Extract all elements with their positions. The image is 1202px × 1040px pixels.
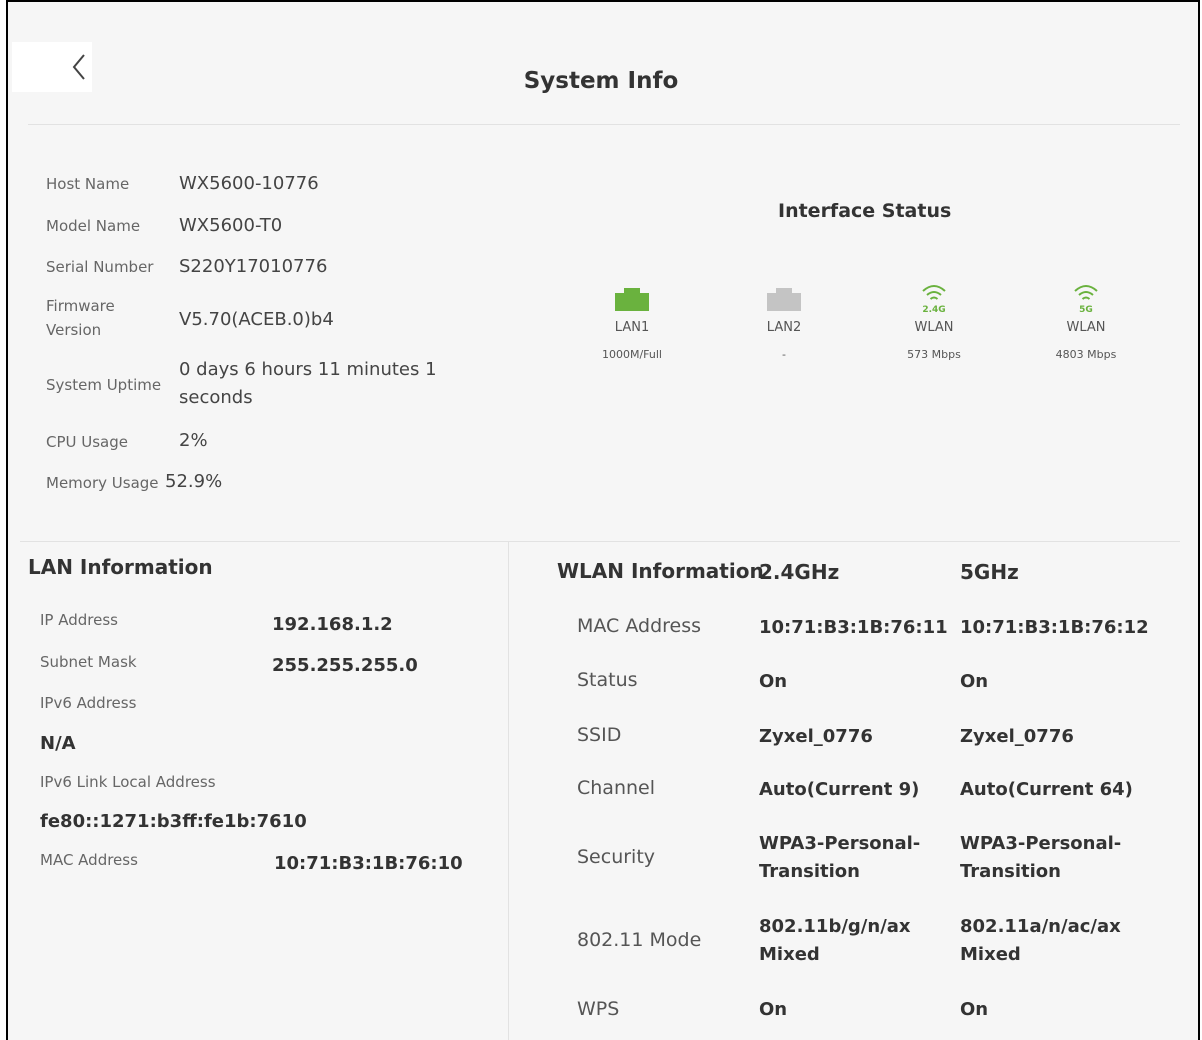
wlan-channel-24-value: Auto(Current 9) (759, 779, 920, 800)
page-title: System Info (523, 68, 679, 94)
wlan-wps-24-value: On (759, 999, 788, 1020)
ipv6-link-local-label: IPv6 Link Local Address (40, 773, 216, 791)
wlan-status-24-value: On (759, 671, 788, 692)
wifi-icon: 5G (1074, 285, 1098, 314)
mac-address-value: 10:71:B3:1B:76:10 (274, 853, 463, 874)
memory-usage-value: 52.9% (165, 471, 223, 492)
ethernet-port-icon (767, 288, 801, 311)
wlan-security-label: Security (577, 846, 656, 868)
serial-number-label: Serial Number (46, 258, 154, 276)
wlan-mode-label: 802.11 Mode (577, 929, 702, 951)
divider (28, 124, 1180, 125)
wlan-wps-5-value: On (960, 999, 989, 1020)
host-name-label: Host Name (46, 175, 130, 193)
wlan-ssid-label: SSID (577, 724, 622, 746)
band-label: 5G (1079, 305, 1093, 314)
mode-24-line2: Mixed (759, 944, 820, 965)
column-divider (508, 541, 509, 1040)
security-5-line2: Transition (960, 861, 1061, 882)
model-name-label: Model Name (46, 217, 141, 235)
interface-name: LAN1 (614, 320, 650, 335)
model-name-value: WX5600-T0 (179, 215, 283, 236)
lan-information-title: LAN Information (28, 555, 213, 579)
host-name-value: WX5600-10776 (179, 173, 319, 194)
mac-address-label: MAC Address (40, 851, 138, 869)
band-24ghz-header: 2.4GHz (759, 560, 840, 584)
interface-lan1: LAN1 1000M/Full (572, 282, 692, 361)
ipv6-address-label: IPv6 Address (40, 694, 137, 712)
wlan-mac-5-value: 10:71:B3:1B:76:12 (960, 617, 1149, 638)
firmware-value: V5.70(ACEB.0)b4 (179, 309, 334, 330)
interface-rate: 4803 Mbps (1055, 348, 1117, 361)
system-uptime-value: 0 days 6 hours 11 minutes 1 seconds (179, 356, 437, 412)
interface-name: WLAN (914, 320, 954, 335)
divider (20, 541, 1180, 542)
ipv6-link-local-value: fe80::1271:b3ff:fe1b:7610 (40, 811, 307, 832)
interface-rate: 573 Mbps (907, 348, 961, 361)
wlan-channel-5-value: Auto(Current 64) (960, 779, 1133, 800)
interface-wlan-5g: 5G WLAN 4803 Mbps (1026, 282, 1146, 361)
firmware-label: Firmware Version (46, 297, 115, 339)
firmware-label-line1: Firmware (46, 297, 115, 315)
memory-usage-label: Memory Usage (46, 474, 159, 492)
wlan-ssid-24-value: Zyxel_0776 (759, 726, 873, 747)
cpu-usage-label: CPU Usage (46, 433, 129, 451)
wlan-mac-24-value: 10:71:B3:1B:76:11 (759, 617, 948, 638)
security-24-line2: Transition (759, 861, 860, 882)
interface-status-title: Interface Status (778, 200, 952, 222)
mode-5-line1: 802.11a/n/ac/ax (960, 916, 1121, 937)
firmware-label-line2: Version (46, 321, 102, 339)
mode-5-line2: Mixed (960, 944, 1021, 965)
interface-name: LAN2 (766, 320, 802, 335)
interface-lan2: LAN2 - (724, 282, 844, 361)
interface-rate: 1000M/Full (601, 348, 662, 361)
band-5ghz-header: 5GHz (960, 560, 1019, 584)
wlan-status-5-value: On (960, 671, 989, 692)
uptime-line1: 0 days 6 hours 11 minutes 1 (179, 359, 437, 380)
wlan-security-5-value: WPA3-Personal- Transition (960, 830, 1121, 886)
interface-name: WLAN (1066, 320, 1106, 335)
interface-rate: - (782, 348, 786, 361)
wlan-wps-label: WPS (577, 998, 620, 1020)
subnet-mask-value: 255.255.255.0 (272, 655, 418, 676)
wlan-security-24-value: WPA3-Personal- Transition (759, 830, 920, 886)
wlan-status-label: Status (577, 669, 638, 691)
mode-24-line1: 802.11b/g/n/ax (759, 916, 911, 937)
wlan-ssid-5-value: Zyxel_0776 (960, 726, 1074, 747)
wlan-mac-label: MAC Address (577, 615, 702, 637)
uptime-line2: seconds (179, 387, 253, 408)
wlan-information-title: WLAN Information (557, 559, 764, 583)
wlan-mode-24-value: 802.11b/g/n/ax Mixed (759, 913, 911, 969)
subnet-mask-label: Subnet Mask (40, 653, 137, 671)
wifi-icon: 2.4G (922, 285, 946, 314)
cpu-usage-value: 2% (179, 430, 208, 451)
ipv6-address-value: N/A (40, 733, 76, 754)
security-24-line1: WPA3-Personal- (759, 833, 921, 854)
security-5-line1: WPA3-Personal- (960, 833, 1122, 854)
wlan-mode-5-value: 802.11a/n/ac/ax Mixed (960, 913, 1121, 969)
ip-address-label: IP Address (40, 611, 118, 629)
serial-number-value: S220Y17010776 (179, 256, 328, 277)
ethernet-port-icon (615, 288, 649, 311)
ip-address-value: 192.168.1.2 (272, 614, 393, 635)
system-uptime-label: System Uptime (46, 376, 162, 394)
interface-wlan-24g: 2.4G WLAN 573 Mbps (874, 282, 994, 361)
band-label: 2.4G (922, 305, 945, 314)
wlan-channel-label: Channel (577, 777, 656, 799)
